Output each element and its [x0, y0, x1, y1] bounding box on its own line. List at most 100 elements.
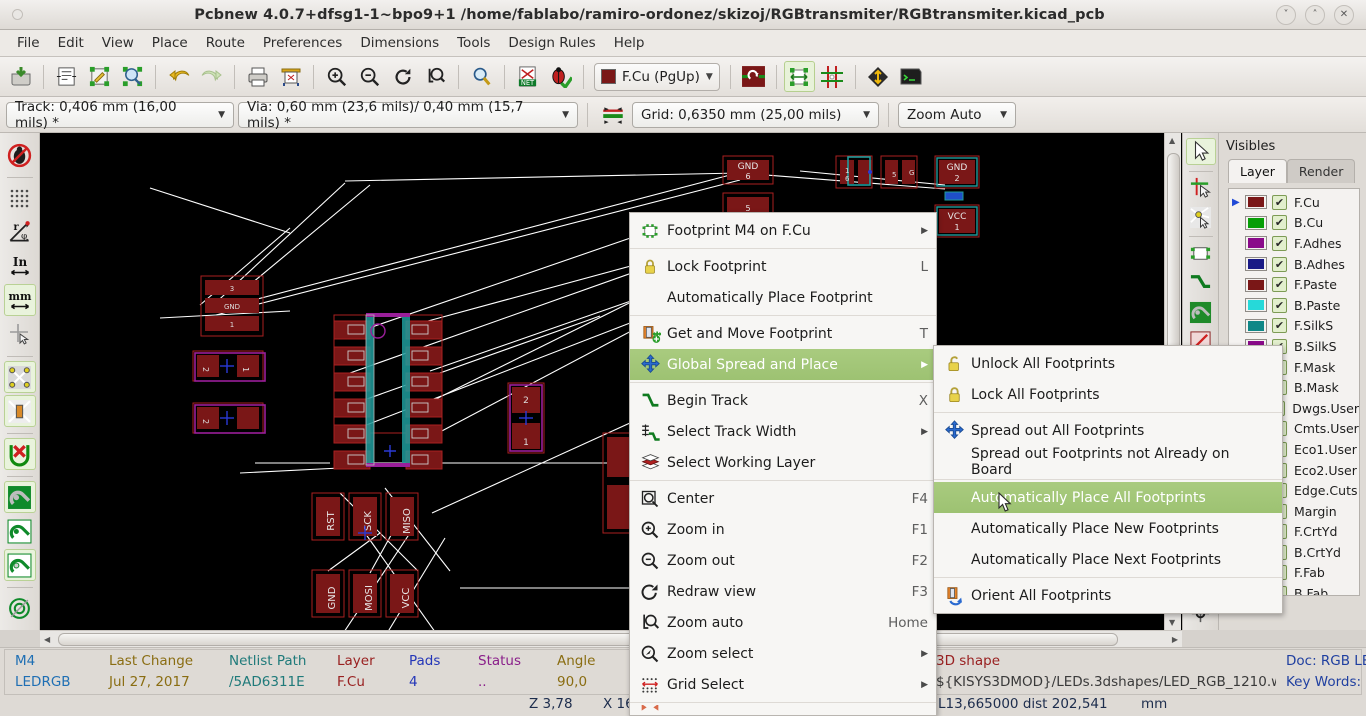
context-menu[interactable]: Footprint M4 on F.Cu ▶ Lock Footprint L …	[629, 212, 937, 716]
show-console-icon[interactable]	[896, 61, 927, 92]
layer-visibility-checkbox[interactable]: ✔	[1272, 215, 1287, 231]
print-icon[interactable]	[242, 61, 273, 92]
select-tool-icon[interactable]	[1185, 138, 1216, 165]
layer-color-swatch[interactable]	[1245, 257, 1267, 272]
menu-item-center[interactable]: Center F4	[630, 483, 936, 514]
show-zones-icon[interactable]	[3, 481, 36, 513]
menu-item-global-spread-and-place[interactable]: Global Spread and Place ▶	[630, 349, 936, 380]
redraw-icon[interactable]	[387, 61, 418, 92]
layer-row[interactable]: ✔ F.SilkS	[1229, 316, 1359, 337]
add-footprint-icon[interactable]	[1186, 240, 1216, 266]
auto-place-icon[interactable]	[783, 61, 815, 92]
layer-row[interactable]: ✔ F.Adhes	[1229, 233, 1359, 254]
track-width-selector[interactable]: Track: 0,406 mm (16,00 mils) * ▼	[6, 99, 234, 131]
close-button[interactable]: ✕	[1334, 4, 1354, 25]
global-spread-submenu[interactable]: Unlock All Footprints Lock All Footprint…	[933, 345, 1283, 614]
contrast-mode-icon[interactable]	[4, 592, 36, 624]
submenu-item-spread-out-not-on-board[interactable]: Spread out Footprints not Already on Boa…	[934, 446, 1282, 478]
layer-visibility-checkbox[interactable]: ✔	[1272, 297, 1287, 313]
scroll-left-icon[interactable]: ◀	[44, 635, 50, 644]
horizontal-scroll-thumb[interactable]	[58, 633, 1118, 646]
layer-color-swatch[interactable]	[1245, 318, 1267, 333]
menu-item-select-track-width[interactable]: Select Track Width ▶	[630, 416, 936, 447]
menu-item-zoom-auto[interactable]: Zoom auto Home	[630, 607, 936, 638]
menu-item-zoom-out[interactable]: Zoom out F2	[630, 545, 936, 576]
menu-route[interactable]: Route	[197, 32, 254, 54]
layer-row[interactable]: ✔ B.Adhes	[1229, 254, 1359, 275]
layer-color-swatch[interactable]	[1245, 215, 1267, 230]
menu-item-lock-footprint[interactable]: Lock Footprint L	[630, 251, 936, 282]
scroll-down-icon[interactable]: ▼	[1169, 618, 1175, 627]
footprint-ratsnest-icon[interactable]	[3, 395, 36, 427]
horizontal-scrollbar[interactable]: ◀ ▶	[40, 630, 1182, 647]
layer-color-swatch[interactable]	[1245, 236, 1267, 251]
layer-visibility-checkbox[interactable]: ✔	[1272, 277, 1287, 293]
auto-track-width-icon[interactable]	[597, 99, 628, 130]
netlist-icon[interactable]: NET	[512, 61, 543, 92]
menu-item-zoom-select[interactable]: Zoom select ▶	[630, 638, 936, 669]
find-icon[interactable]	[466, 61, 497, 92]
save-board-icon[interactable]	[5, 61, 36, 92]
show-ratsnest-icon[interactable]	[3, 361, 36, 393]
menu-view[interactable]: View	[93, 32, 143, 54]
show-zones-disable-icon[interactable]	[3, 549, 36, 581]
show-zones-outline-icon[interactable]	[4, 515, 36, 547]
menu-edit[interactable]: Edit	[49, 32, 93, 54]
add-zone-icon[interactable]	[1186, 299, 1216, 325]
submenu-item-unlock-all-footprints[interactable]: Unlock All Footprints	[934, 348, 1282, 379]
tab-layer[interactable]: Layer	[1228, 159, 1287, 183]
menu-item-select-working-layer[interactable]: Select Working Layer	[630, 447, 936, 478]
open-module-editor-icon[interactable]	[84, 61, 115, 92]
submenu-item-auto-place-all-footprints[interactable]: Automatically Place All Footprints	[934, 482, 1282, 513]
menu-preferences[interactable]: Preferences	[254, 32, 351, 54]
scroll-up-icon[interactable]: ▲	[1169, 136, 1175, 145]
menu-item-grid-select[interactable]: Grid Select ▶	[630, 669, 936, 700]
cursor-shape-icon[interactable]	[4, 318, 36, 350]
undo-icon[interactable]	[163, 61, 194, 92]
show-ratsnest-icon[interactable]	[817, 61, 848, 92]
grid-selector[interactable]: Grid: 0,6350 mm (25,00 mils) ▼	[632, 101, 879, 128]
submenu-item-orient-all-footprints[interactable]: Orient All Footprints	[934, 580, 1282, 611]
highlight-net-icon[interactable]	[1186, 175, 1216, 201]
layer-visibility-checkbox[interactable]: ✔	[1272, 235, 1287, 251]
via-size-selector[interactable]: Via: 0,60 mm (23,6 mils)/ 0,40 mm (15,7 …	[238, 99, 578, 131]
drc-off-icon[interactable]	[863, 61, 894, 92]
layer-row[interactable]: ✔ B.Paste	[1229, 295, 1359, 316]
autoroute-off-icon[interactable]	[3, 438, 36, 470]
tab-render[interactable]: Render	[1286, 159, 1356, 183]
layer-row[interactable]: ▶ ✔ F.Cu	[1229, 192, 1359, 213]
zoom-out-icon[interactable]	[354, 61, 385, 92]
drc-off-icon[interactable]	[4, 139, 36, 171]
scroll-right-icon[interactable]: ▶	[1172, 635, 1178, 644]
units-mm-icon[interactable]: mm	[3, 284, 36, 316]
submenu-item-auto-place-new-footprints[interactable]: Automatically Place New Footprints	[934, 513, 1282, 544]
local-ratsnest-icon[interactable]	[1186, 204, 1216, 230]
maximize-button[interactable]: ˄	[1305, 4, 1325, 25]
submenu-item-spread-out-all-footprints[interactable]: Spread out All Footprints	[934, 415, 1282, 446]
layer-selector[interactable]: F.Cu (PgUp) ▼	[594, 62, 720, 91]
submenu-item-lock-all-footprints[interactable]: Lock All Footprints	[934, 379, 1282, 410]
add-track-icon[interactable]	[1186, 270, 1216, 296]
zoom-in-icon[interactable]	[321, 61, 352, 92]
menu-tools[interactable]: Tools	[448, 32, 499, 54]
plot-icon[interactable]	[275, 61, 306, 92]
layer-color-swatch[interactable]	[1245, 277, 1267, 292]
menu-item-begin-track[interactable]: Begin Track X	[630, 385, 936, 416]
menu-item-redraw-view[interactable]: Redraw view F3	[630, 576, 936, 607]
zoom-selector[interactable]: Zoom Auto ▼	[898, 101, 1016, 128]
redo-icon[interactable]	[196, 61, 227, 92]
window-menu-dot[interactable]	[12, 9, 23, 20]
layer-visibility-checkbox[interactable]: ✔	[1272, 256, 1287, 272]
layer-color-swatch[interactable]	[1245, 298, 1267, 313]
menu-place[interactable]: Place	[143, 32, 197, 54]
mode-track-icon[interactable]	[738, 61, 769, 92]
menu-item-zoom-in[interactable]: Zoom in F1	[630, 514, 936, 545]
layer-row[interactable]: ✔ F.Paste	[1229, 274, 1359, 295]
units-inch-icon[interactable]: In	[4, 250, 36, 282]
minimize-button[interactable]: ˅	[1276, 4, 1296, 25]
layer-visibility-checkbox[interactable]: ✔	[1272, 318, 1287, 334]
drc-icon[interactable]	[545, 61, 576, 92]
zoom-fit-icon[interactable]	[420, 61, 451, 92]
layer-color-swatch[interactable]	[1245, 195, 1267, 210]
menu-file[interactable]: File	[8, 32, 49, 54]
